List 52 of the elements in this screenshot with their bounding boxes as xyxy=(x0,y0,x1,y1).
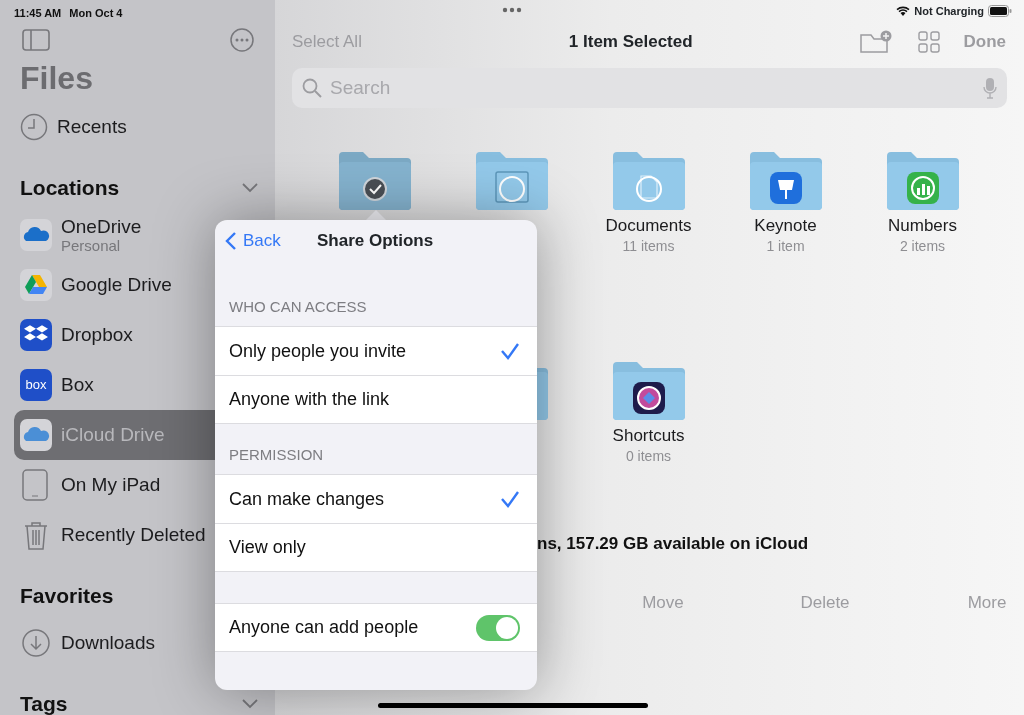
toolbar-title: 1 Item Selected xyxy=(567,31,694,54)
search-icon xyxy=(302,78,322,98)
download-icon xyxy=(20,627,52,659)
chevron-left-icon xyxy=(225,231,237,251)
clock-icon xyxy=(20,113,48,141)
folder-label: Shortcuts xyxy=(612,426,685,447)
chevron-down-icon[interactable] xyxy=(242,699,258,709)
option-row[interactable]: View only xyxy=(215,523,537,572)
triangle-logo-icon xyxy=(20,269,52,301)
section-header: Locations xyxy=(20,175,120,202)
microphone-icon xyxy=(983,77,997,99)
item-label: OneDrive xyxy=(61,217,142,238)
folder-icon[interactable] xyxy=(612,362,685,420)
option-row[interactable]: Anyone with the link xyxy=(215,375,537,424)
folder-item-count: 1 item xyxy=(766,237,805,257)
more-icon[interactable] xyxy=(230,28,254,52)
folder-label: Documents xyxy=(605,216,692,237)
chevron-down-icon[interactable] xyxy=(242,183,258,193)
folder-icon[interactable] xyxy=(338,152,411,210)
battery-icon xyxy=(988,5,1012,17)
dropbox-logo-icon xyxy=(20,319,52,351)
option-row[interactable]: Only people you invite xyxy=(215,326,537,375)
wifi-icon xyxy=(896,5,911,17)
search-bar[interactable]: Search xyxy=(292,68,1007,108)
sidebar-title: Files xyxy=(20,62,94,94)
option-row[interactable]: Can make changes xyxy=(215,474,537,523)
popover-title: Share Options xyxy=(317,230,434,253)
folder-item-count: 11 items xyxy=(622,237,675,257)
section-header: WHO CAN ACCESS xyxy=(228,296,368,317)
grid-view-icon[interactable] xyxy=(917,31,940,53)
folder-label: Numbers xyxy=(888,216,957,237)
folder-item-count: 2 items xyxy=(899,237,946,257)
multitask-dots-icon[interactable] xyxy=(502,7,522,13)
item-subtitle: Personal xyxy=(61,237,122,253)
back-button[interactable]: Back xyxy=(225,228,281,254)
search-field[interactable]: Search xyxy=(328,72,977,104)
folder-label: Keynote xyxy=(754,216,817,237)
storage-info: ns, 157.29 GB available on iCloud xyxy=(537,533,809,555)
sidebar-item[interactable]: Recents xyxy=(14,102,274,152)
status-date: Mon Oct 4 xyxy=(69,6,123,21)
sidebar-toggle-icon[interactable] xyxy=(22,29,50,51)
status-time: 11:45 AM xyxy=(14,6,62,21)
section-header: Tags xyxy=(20,691,68,715)
toggle-switch[interactable] xyxy=(476,614,520,641)
charging-status: Not Charging xyxy=(914,3,984,19)
toggle-label: Anyone can add people xyxy=(229,616,419,639)
cloud-icon xyxy=(20,419,52,451)
cloud-icon xyxy=(20,219,52,251)
section-header: Favorites xyxy=(20,583,114,610)
new-folder-icon[interactable] xyxy=(859,30,892,54)
folder-item-count: 0 items xyxy=(625,447,672,467)
box-logo-icon: box xyxy=(20,369,52,401)
